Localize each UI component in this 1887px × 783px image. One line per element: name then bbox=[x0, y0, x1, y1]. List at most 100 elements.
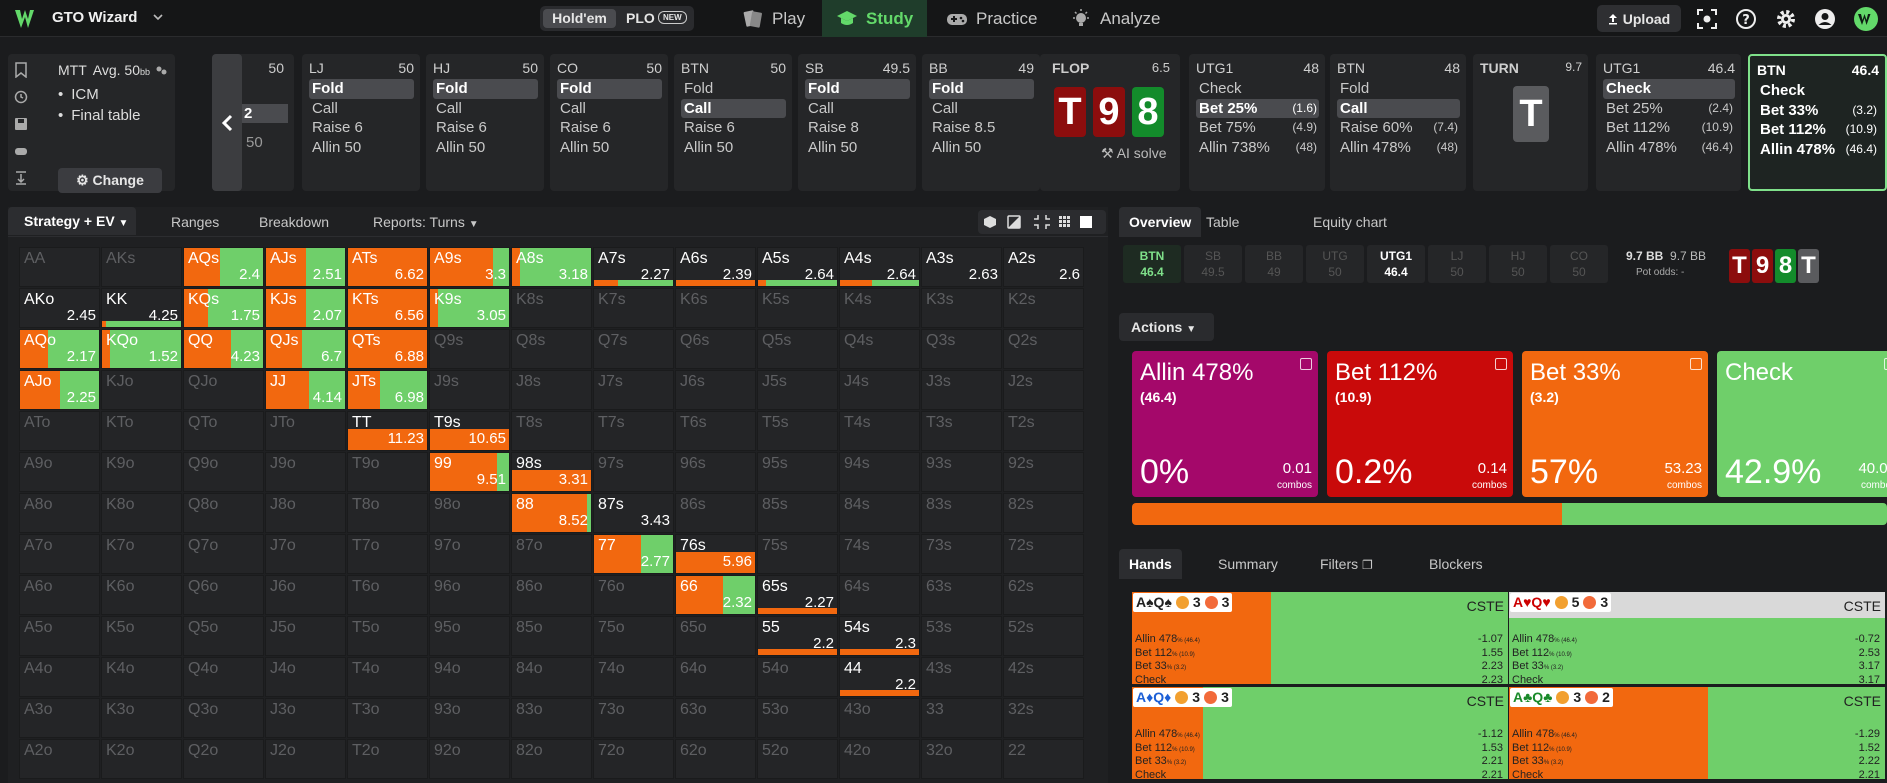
hand-cell[interactable]: 86o bbox=[511, 575, 592, 615]
player-card-utg1[interactable]: UTG1 46.4 Check Bet 25% (2.4) Bet 112% (10.9) A… bbox=[1596, 54, 1741, 191]
hand-cell[interactable]: 63o bbox=[675, 698, 756, 738]
bookmark-icon[interactable] bbox=[14, 62, 28, 78]
flop-card[interactable]: FLOP 6.5 T 9 8 ⚒ AI solve bbox=[1040, 54, 1180, 191]
hand-cell[interactable]: 32s bbox=[1003, 698, 1084, 738]
action-option[interactable]: Raise 60% (7.4) bbox=[1337, 118, 1460, 138]
hand-cell[interactable]: T2s bbox=[1003, 411, 1084, 451]
action-option[interactable]: Raise 6 bbox=[557, 118, 662, 138]
action-option[interactable]: Allin 50 bbox=[433, 138, 538, 158]
tab-strategy-ev[interactable]: Strategy + EV ▼ bbox=[8, 207, 137, 235]
hand-cell[interactable]: 83o bbox=[511, 698, 592, 738]
hand-cell[interactable]: A2s 2.6 bbox=[1003, 247, 1084, 287]
hand-cell[interactable]: Q5o bbox=[183, 616, 264, 656]
hand-cell[interactable]: A6o bbox=[19, 575, 100, 615]
hand-cell[interactable]: T3o bbox=[347, 698, 428, 738]
hand-cell[interactable]: 82s bbox=[1003, 493, 1084, 533]
action-option[interactable]: Raise 6 bbox=[433, 118, 538, 138]
hand-cell[interactable]: K8o bbox=[101, 493, 182, 533]
hand-cell[interactable]: K5s bbox=[757, 288, 838, 328]
hand-cell[interactable]: 55 2.2 bbox=[757, 616, 838, 656]
hand-cell[interactable]: KQo 1.52 bbox=[101, 329, 182, 369]
hand-cell[interactable]: 54s 2.3 bbox=[839, 616, 920, 656]
hand-cell[interactable]: K7o bbox=[101, 534, 182, 574]
hand-cell[interactable]: T5o bbox=[347, 616, 428, 656]
hand-cell[interactable]: TT 11.23 bbox=[347, 411, 428, 451]
nav-practice[interactable]: Practice bbox=[946, 0, 1037, 37]
hand-cell[interactable]: K6o bbox=[101, 575, 182, 615]
hand-cell[interactable]: K3s bbox=[921, 288, 1002, 328]
action-option[interactable]: Raise 6 bbox=[681, 118, 786, 138]
action-option[interactable]: Fold bbox=[681, 79, 786, 99]
seat-utg1[interactable]: UTG1 46.4 bbox=[1367, 245, 1425, 283]
seat-utg[interactable]: UTG 50 bbox=[1306, 245, 1364, 283]
hand-combo-card[interactable]: A♠Q♠ 3 3 CSTE Allin 478% (46.4) -1.07 Bet 112%… bbox=[1132, 592, 1508, 684]
hand-cell[interactable]: KQs 1.75 bbox=[183, 288, 264, 328]
hand-cell[interactable]: 43o bbox=[839, 698, 920, 738]
hand-cell[interactable]: 64s bbox=[839, 575, 920, 615]
hand-cell[interactable]: Q2s bbox=[1003, 329, 1084, 369]
hand-cell[interactable]: QTo bbox=[183, 411, 264, 451]
hand-cell[interactable]: 72s bbox=[1003, 534, 1084, 574]
history-icon[interactable] bbox=[14, 89, 28, 105]
hand-combo-card[interactable]: A♦Q♦ 3 3 CSTE Allin 478% (46.4) -1.12 Bet 112%… bbox=[1132, 687, 1508, 779]
hand-cell[interactable]: Q9o bbox=[183, 452, 264, 492]
action-option[interactable]: Call bbox=[557, 99, 662, 119]
notes-icon[interactable] bbox=[1690, 358, 1702, 370]
tab-summary[interactable]: Summary bbox=[1218, 556, 1278, 572]
screenshot-icon[interactable] bbox=[1696, 8, 1718, 30]
action-option[interactable]: Call bbox=[681, 98, 786, 118]
tab-equity-chart[interactable]: Equity chart bbox=[1313, 214, 1387, 230]
hand-cell[interactable]: 99 9.51 bbox=[429, 452, 510, 492]
gear-icon[interactable] bbox=[1775, 8, 1797, 30]
hand-cell[interactable]: 52o bbox=[757, 739, 838, 779]
hand-cell[interactable]: Q3o bbox=[183, 698, 264, 738]
hand-cell[interactable]: Q3s bbox=[921, 329, 1002, 369]
action-option[interactable]: Bet 25% (2.4) bbox=[1603, 99, 1735, 119]
hand-cell[interactable]: 92o bbox=[429, 739, 510, 779]
hand-cell[interactable]: J9s bbox=[429, 370, 510, 410]
hand-cell[interactable]: 44 2.2 bbox=[839, 657, 920, 697]
hand-cell[interactable]: T9s 10.65 bbox=[429, 411, 510, 451]
hand-cell[interactable]: J2s bbox=[1003, 370, 1084, 410]
game-type-toggle[interactable]: Hold'em PLO NEW bbox=[540, 6, 694, 31]
hand-cell[interactable]: 62o bbox=[675, 739, 756, 779]
hand-cell[interactable]: J3s bbox=[921, 370, 1002, 410]
help-icon[interactable]: ? bbox=[1735, 8, 1757, 30]
hand-cell[interactable]: 84o bbox=[511, 657, 592, 697]
tab-hands[interactable]: Hands bbox=[1119, 549, 1182, 579]
hand-cell[interactable]: 88 8.52 bbox=[511, 493, 592, 533]
hand-cell[interactable]: A6s 2.39 bbox=[675, 247, 756, 287]
hand-cell[interactable]: J7o bbox=[265, 534, 346, 574]
hand-cell[interactable]: T9o bbox=[347, 452, 428, 492]
holdem-option[interactable]: Hold'em bbox=[543, 9, 616, 28]
hand-cell[interactable]: 76s 5.96 bbox=[675, 534, 756, 574]
hand-cell[interactable]: Q6s bbox=[675, 329, 756, 369]
hand-cell[interactable]: 72o bbox=[593, 739, 674, 779]
hand-cell[interactable]: 43s bbox=[921, 657, 1002, 697]
action-option[interactable]: Fold bbox=[1337, 79, 1460, 99]
hand-cell[interactable]: J7s bbox=[593, 370, 674, 410]
action-box[interactable]: Check 42.9% 40.05 combos bbox=[1717, 351, 1887, 497]
action-option[interactable]: Fold bbox=[309, 79, 414, 99]
app-name[interactable]: GTO Wizard bbox=[52, 9, 137, 26]
wizard-logo-icon[interactable] bbox=[14, 8, 42, 30]
hand-cell[interactable]: K5o bbox=[101, 616, 182, 656]
tab-reports[interactable]: Reports: Turns ▼ bbox=[373, 214, 479, 230]
hand-cell[interactable]: A3o bbox=[19, 698, 100, 738]
change-button[interactable]: ⚙ Change bbox=[58, 168, 162, 193]
action-option[interactable]: Call bbox=[929, 99, 1034, 119]
ai-solve-button[interactable]: ⚒ AI solve bbox=[1101, 145, 1167, 162]
action-option[interactable]: Bet 25% (1.6) bbox=[1196, 98, 1319, 118]
hand-cell[interactable]: 66 2.32 bbox=[675, 575, 756, 615]
hand-cell[interactable]: J8o bbox=[265, 493, 346, 533]
hand-cell[interactable]: 98s 3.31 bbox=[511, 452, 592, 492]
hand-cell[interactable]: 65s 2.27 bbox=[757, 575, 838, 615]
seat-co[interactable]: CO 50 bbox=[1550, 245, 1608, 283]
hand-cell[interactable]: K7s bbox=[593, 288, 674, 328]
hand-cell[interactable]: 95s bbox=[757, 452, 838, 492]
hand-cell[interactable]: J6s bbox=[675, 370, 756, 410]
hand-cell[interactable]: 73o bbox=[593, 698, 674, 738]
nav-play[interactable]: Play bbox=[742, 0, 805, 37]
hand-cell[interactable]: 85s bbox=[757, 493, 838, 533]
hand-cell[interactable]: 42s bbox=[1003, 657, 1084, 697]
